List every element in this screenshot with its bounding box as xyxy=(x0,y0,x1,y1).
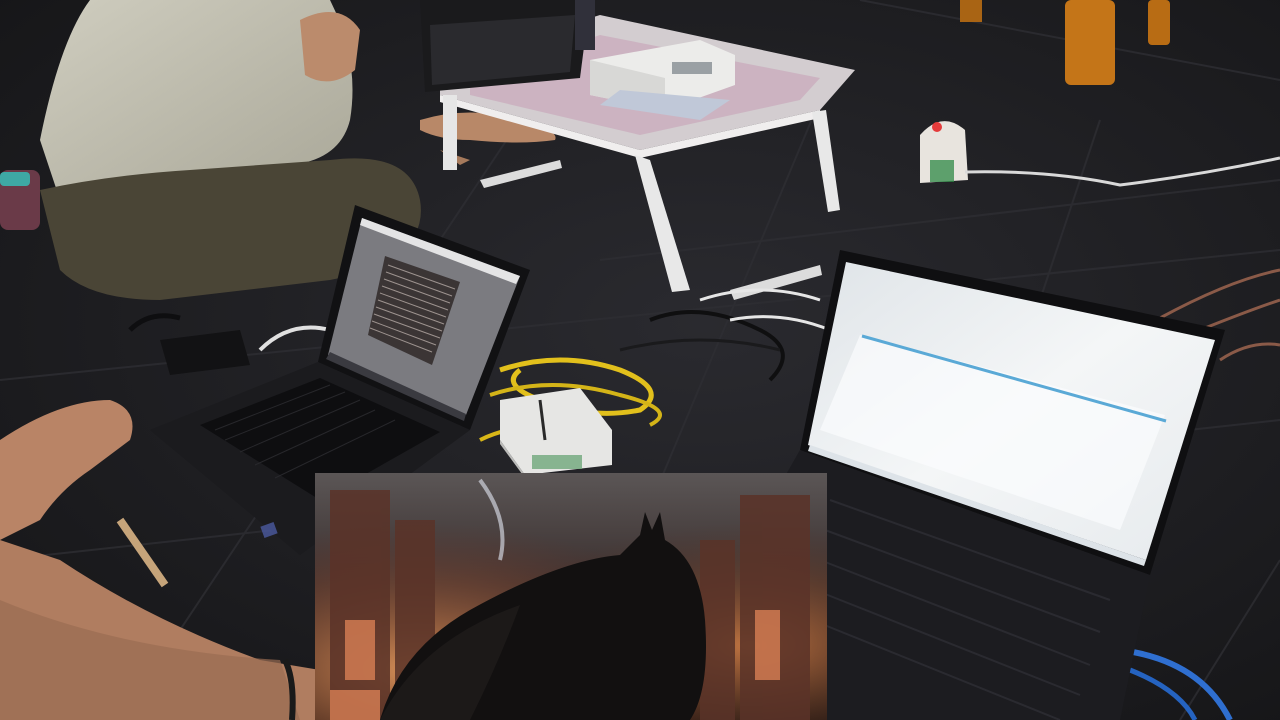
bag-left-edge xyxy=(0,170,40,230)
back-laptop xyxy=(420,0,595,92)
scene-svg xyxy=(0,0,1280,720)
inset-frame xyxy=(315,473,827,720)
